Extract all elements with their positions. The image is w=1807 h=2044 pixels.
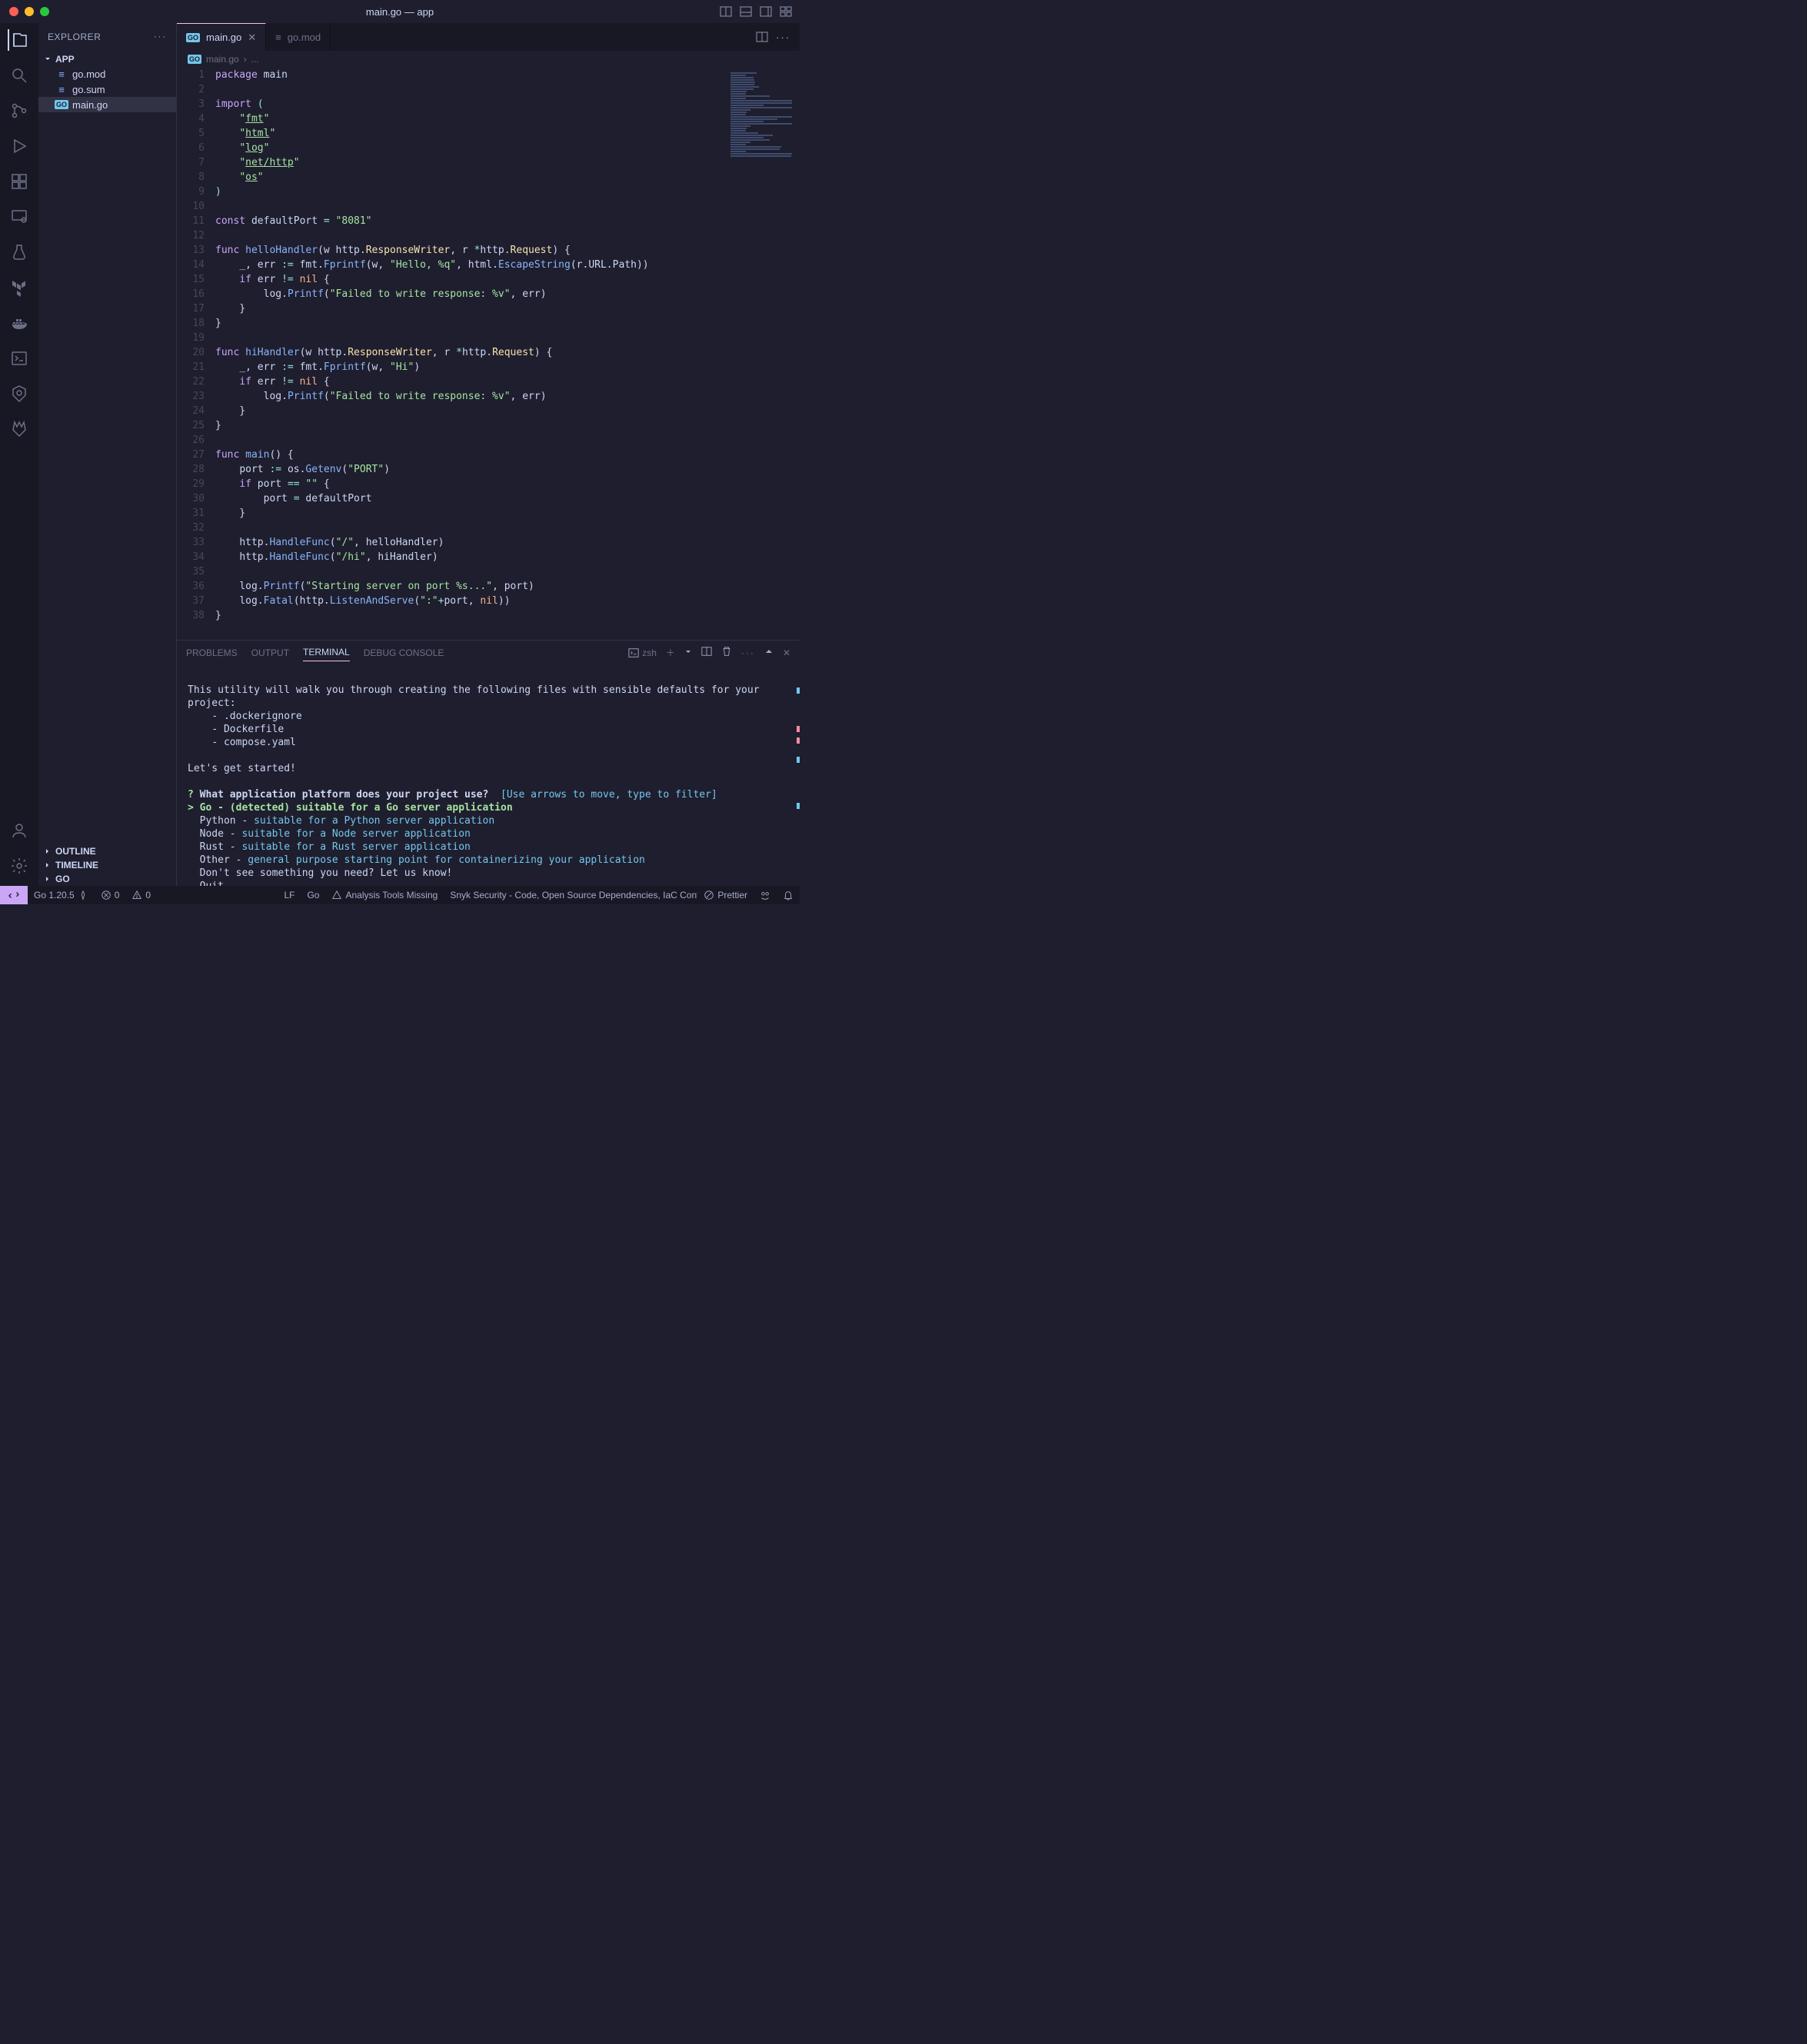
analysis-status[interactable]: Analysis Tools Missing xyxy=(325,890,444,900)
notifications-icon[interactable] xyxy=(777,890,800,900)
prettier-status[interactable]: Prettier xyxy=(697,890,754,900)
feedback-icon[interactable] xyxy=(754,890,777,900)
file-gomod[interactable]: ≡ go.mod xyxy=(38,66,176,82)
snyk-status[interactable]: Snyk Security - Code, Open Source Depend… xyxy=(444,890,697,900)
tab-gomod[interactable]: ≡ go.mod xyxy=(266,23,331,51)
go-file-icon: GO xyxy=(188,55,201,64)
file-icon: ≡ xyxy=(275,32,281,43)
source-control-icon[interactable] xyxy=(8,100,30,122)
tab-output[interactable]: OUTPUT xyxy=(251,644,289,661)
tab-bar: GO main.go ✕ ≡ go.mod ··· xyxy=(177,23,800,51)
docker-icon[interactable] xyxy=(8,312,30,334)
customize-layout-icon[interactable] xyxy=(780,5,792,18)
timeline-section[interactable]: TIMELINE xyxy=(38,858,176,872)
extensions-icon[interactable] xyxy=(8,171,30,192)
sidebar: EXPLORER ··· APP ≡ go.mod ≡ go.sum GO ma… xyxy=(38,23,177,886)
activity-bar xyxy=(0,23,38,886)
folder-app[interactable]: APP xyxy=(38,52,176,66)
kill-terminal-icon[interactable] xyxy=(721,646,732,659)
split-editor-icon[interactable] xyxy=(756,31,768,43)
file-gosum[interactable]: ≡ go.sum xyxy=(38,82,176,97)
split-terminal-icon[interactable] xyxy=(701,646,712,659)
go-file-icon: GO xyxy=(186,33,200,42)
tab-terminal[interactable]: TERMINAL xyxy=(303,644,350,661)
maximize-panel-icon[interactable] xyxy=(764,647,774,658)
explorer-more-icon[interactable]: ··· xyxy=(154,32,167,42)
eol-status[interactable]: LF xyxy=(278,890,301,900)
titlebar: main.go — app xyxy=(0,0,800,23)
go-file-icon: GO xyxy=(55,98,68,111)
search-icon[interactable] xyxy=(8,65,30,86)
errors-status[interactable]: 0 xyxy=(95,890,126,900)
terraform-icon[interactable] xyxy=(8,277,30,298)
new-terminal-icon[interactable]: ＋ xyxy=(666,646,675,659)
close-icon[interactable]: ✕ xyxy=(248,32,256,44)
more-actions-icon[interactable]: ··· xyxy=(776,32,790,43)
window-title: main.go — app xyxy=(366,6,434,18)
tab-maingo[interactable]: GO main.go ✕ xyxy=(177,23,266,51)
gitlens-icon[interactable] xyxy=(8,418,30,440)
file-icon: ≡ xyxy=(55,68,68,80)
maximize-window-button[interactable] xyxy=(40,7,49,16)
terminal-shell-label[interactable]: zsh xyxy=(628,647,657,658)
bottom-panel: PROBLEMS OUTPUT TERMINAL DEBUG CONSOLE z… xyxy=(177,640,800,886)
status-bar: Go 1.20.5 0 0 LF Go Analysis Tools Missi… xyxy=(0,886,800,904)
tab-problems[interactable]: PROBLEMS xyxy=(186,644,238,661)
code-editor[interactable]: 1234567891011121314151617181920212223242… xyxy=(177,68,800,640)
go-version-status[interactable]: Go 1.20.5 xyxy=(28,890,95,900)
file-icon: ≡ xyxy=(55,83,68,95)
explorer-title: EXPLORER xyxy=(48,32,101,42)
outline-section[interactable]: OUTLINE xyxy=(38,844,176,858)
remote-indicator[interactable] xyxy=(0,886,28,904)
close-window-button[interactable] xyxy=(9,7,18,16)
testing-icon[interactable] xyxy=(8,241,30,263)
kubernetes-icon[interactable] xyxy=(8,383,30,404)
sidebar-right-toggle-icon[interactable] xyxy=(760,5,772,18)
settings-icon[interactable] xyxy=(8,855,30,877)
warnings-status[interactable]: 0 xyxy=(125,890,157,900)
breadcrumb[interactable]: GO main.go › ... xyxy=(177,51,800,68)
terminal-dropdown-icon[interactable] xyxy=(684,647,692,658)
close-panel-icon[interactable]: ✕ xyxy=(783,647,790,658)
accounts-icon[interactable] xyxy=(8,820,30,841)
terminal-ext-icon[interactable] xyxy=(8,348,30,369)
go-section[interactable]: GO xyxy=(38,872,176,886)
file-maingo[interactable]: GO main.go xyxy=(38,97,176,112)
run-debug-icon[interactable] xyxy=(8,135,30,157)
minimize-window-button[interactable] xyxy=(25,7,34,16)
remote-explorer-icon[interactable] xyxy=(8,206,30,228)
explorer-icon[interactable] xyxy=(8,29,29,51)
tab-debug-console[interactable]: DEBUG CONSOLE xyxy=(364,644,444,661)
layout-toggle-icon[interactable] xyxy=(720,5,732,18)
language-status[interactable]: Go xyxy=(301,890,325,900)
panel-toggle-icon[interactable] xyxy=(740,5,752,18)
more-terminal-icon[interactable]: ··· xyxy=(741,647,755,658)
terminal-content[interactable]: This utility will walk you through creat… xyxy=(177,664,800,886)
